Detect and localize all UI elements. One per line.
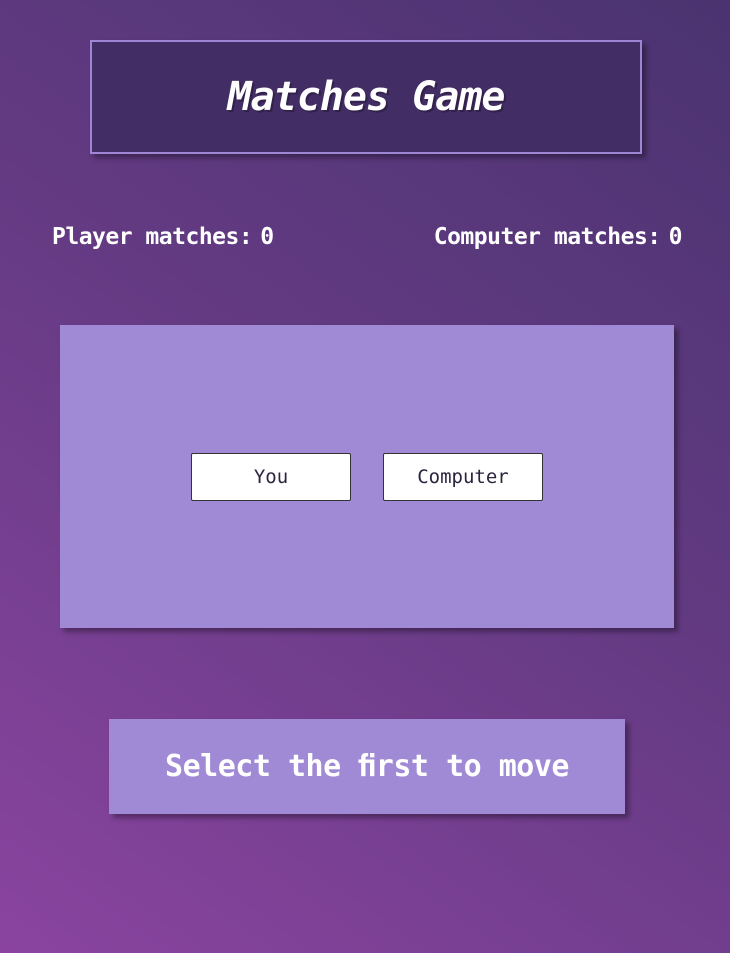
title-banner: Matches Game	[90, 40, 642, 154]
computer-score: Computer matches: 0	[433, 224, 683, 250]
computer-score-value: 0	[668, 224, 683, 250]
score-bar: Player matches: 0 Computer matches: 0	[0, 224, 730, 258]
game-board: You Computer	[60, 325, 674, 628]
you-first-button[interactable]: You	[191, 453, 351, 501]
status-message: Select the ﬁrst to move	[165, 749, 569, 784]
status-panel: Select the ﬁrst to move	[109, 719, 625, 814]
player-score-value: 0	[260, 224, 274, 250]
player-score: Player matches: 0	[52, 224, 274, 250]
player-score-label: Player matches:	[52, 224, 253, 250]
game-title: Matches Game	[227, 74, 506, 120]
computer-score-label: Computer matches:	[433, 224, 661, 250]
computer-first-button[interactable]: Computer	[383, 453, 543, 501]
